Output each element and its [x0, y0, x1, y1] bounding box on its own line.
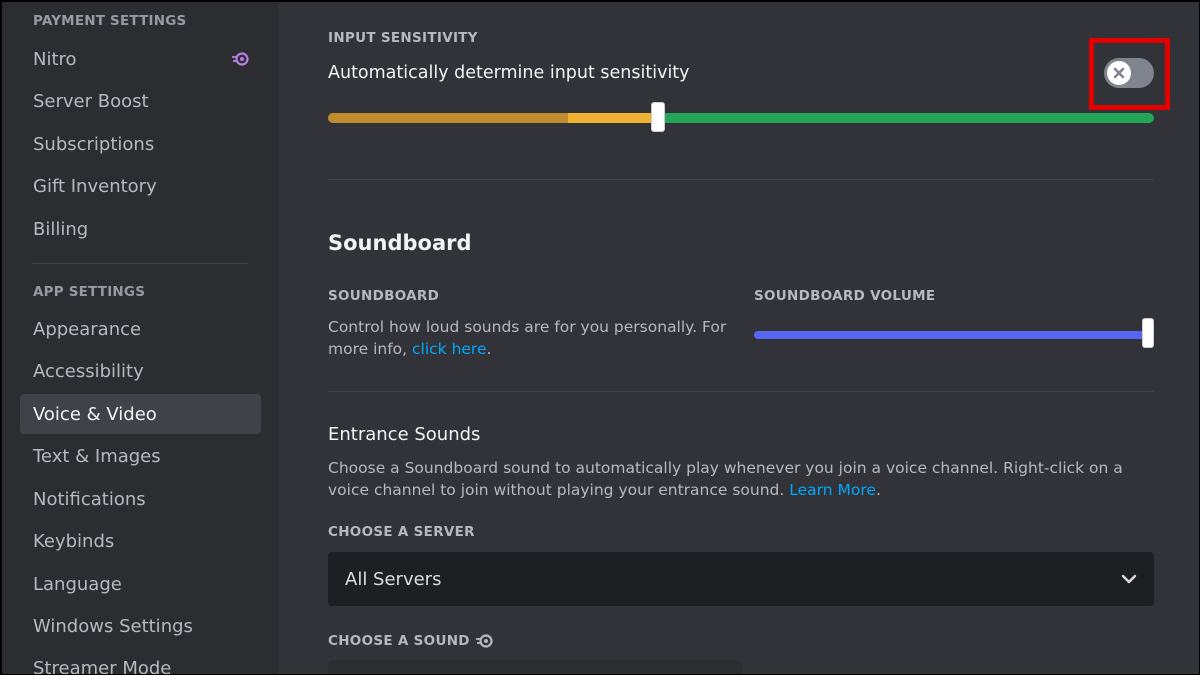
sidebar-item-label: Windows Settings	[33, 615, 193, 637]
sidebar-item-windows-settings[interactable]: Windows Settings	[20, 606, 261, 646]
sidebar-item-server-boost[interactable]: Server Boost	[20, 81, 261, 121]
sidebar-item-label: Keybinds	[33, 530, 115, 552]
choose-sound-label: CHOOSE A SOUND	[328, 632, 493, 650]
input-sensitivity-slider-handle[interactable]	[651, 102, 665, 132]
soundboard-volume-slider-handle[interactable]	[1142, 318, 1154, 348]
sidebar-item-label: Nitro	[33, 48, 77, 70]
input-sensitivity-meter	[328, 113, 1154, 123]
voice-video-settings-panel: INPUT SENSITIVITY Automatically determin…	[278, 2, 1199, 674]
sidebar-item-keybinds[interactable]: Keybinds	[20, 521, 261, 561]
choose-sound-label-text: CHOOSE A SOUND	[328, 633, 470, 649]
nitro-icon	[232, 52, 249, 66]
sidebar-item-label: Accessibility	[33, 360, 144, 382]
voice-level-meter	[328, 113, 568, 123]
sidebar-item-label: Appearance	[33, 318, 142, 340]
sidebar-item-billing[interactable]: Billing	[20, 209, 261, 249]
soundboard-description: Control how loud sounds are for you pers…	[328, 316, 728, 360]
sidebar-item-label: Notifications	[33, 488, 146, 510]
nitro-icon	[475, 634, 493, 648]
sidebar-item-notifications[interactable]: Notifications	[20, 479, 261, 519]
app-settings-header: APP SETTINGS	[33, 284, 146, 300]
soundboard-description-text: Control how loud sounds are for you pers…	[328, 318, 727, 358]
soundboard-label: SOUNDBOARD	[328, 288, 440, 304]
input-sensitivity-label: INPUT SENSITIVITY	[328, 30, 478, 46]
sidebar-item-label: Streamer Mode	[33, 657, 172, 675]
sidebar-item-accessibility[interactable]: Accessibility	[20, 351, 261, 391]
entrance-sounds-description-text: Choose a Soundboard sound to automatical…	[328, 459, 1123, 499]
sidebar-item-label: Text & Images	[33, 445, 161, 467]
entrance-sounds-title: Entrance Sounds	[328, 424, 481, 445]
server-select[interactable]: All Servers	[328, 552, 1154, 606]
payment-settings-header: PAYMENT SETTINGS	[33, 13, 187, 29]
section-divider	[328, 391, 1154, 392]
soundboard-volume-fill	[754, 331, 1154, 339]
sidebar-item-appearance[interactable]: Appearance	[20, 309, 261, 349]
discord-settings-window: PAYMENT SETTINGS Nitro Server Boost Subs…	[0, 0, 1200, 675]
soundboard-volume-label: SOUNDBOARD VOLUME	[754, 288, 936, 304]
entrance-sounds-description-end: .	[875, 481, 881, 499]
auto-sensitivity-label: Automatically determine input sensitivit…	[328, 63, 690, 83]
toggle-highlight-box	[1089, 38, 1170, 110]
server-select-value: All Servers	[345, 568, 442, 590]
sidebar-item-text-images[interactable]: Text & Images	[20, 436, 261, 476]
section-divider	[328, 179, 1154, 180]
sidebar-item-streamer-mode[interactable]: Streamer Mode	[20, 648, 261, 675]
soundboard-title: Soundboard	[328, 231, 472, 255]
sidebar-divider	[32, 263, 248, 264]
sidebar-item-nitro[interactable]: Nitro	[20, 39, 261, 79]
chevron-down-icon	[1121, 574, 1137, 584]
learn-more-link[interactable]: Learn More	[789, 481, 876, 499]
soundboard-description-end: .	[486, 340, 492, 358]
click-here-link[interactable]: click here	[412, 340, 487, 358]
sidebar-item-language[interactable]: Language	[20, 564, 261, 604]
sidebar-item-label: Subscriptions	[33, 133, 155, 155]
sidebar-item-label: Voice & Video	[33, 403, 157, 425]
sound-picker[interactable]	[328, 660, 742, 674]
sidebar-item-voice-video[interactable]: Voice & Video	[20, 394, 261, 434]
choose-server-label: CHOOSE A SERVER	[328, 524, 475, 540]
sidebar-item-label: Language	[33, 573, 122, 595]
threshold-range-indicator	[568, 113, 658, 123]
sidebar-item-gift-inventory[interactable]: Gift Inventory	[20, 166, 261, 206]
sidebar-item-label: Gift Inventory	[33, 175, 157, 197]
sidebar-item-label: Billing	[33, 218, 89, 240]
sidebar-item-subscriptions[interactable]: Subscriptions	[20, 124, 261, 164]
settings-sidebar: PAYMENT SETTINGS Nitro Server Boost Subs…	[2, 2, 278, 675]
sidebar-item-label: Server Boost	[33, 90, 149, 112]
entrance-sounds-description: Choose a Soundboard sound to automatical…	[328, 457, 1154, 501]
soundboard-volume-track[interactable]	[754, 331, 1154, 339]
